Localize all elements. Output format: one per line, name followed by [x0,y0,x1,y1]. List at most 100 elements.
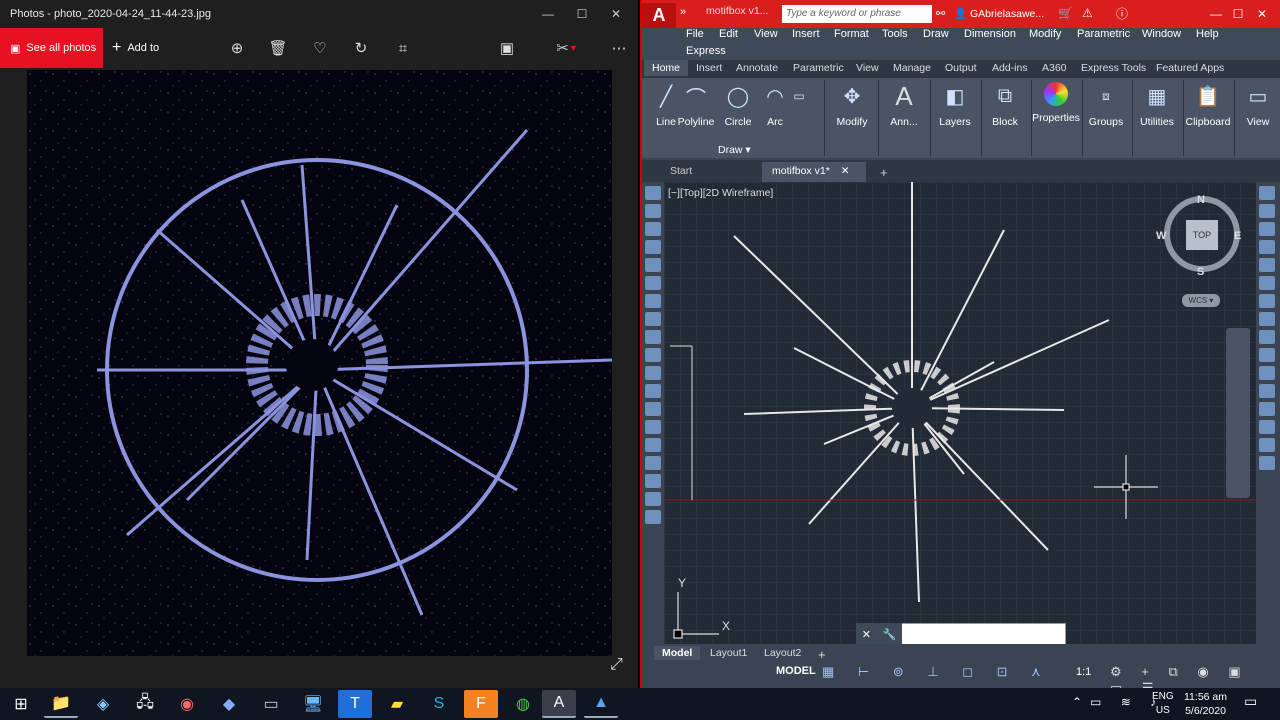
tab-close-icon[interactable]: ✕ [841,165,850,177]
ribbon-tab-express-tools[interactable]: Express Tools [1081,62,1146,74]
photos-app-icon[interactable]: ▲ [584,690,618,718]
windows-icon[interactable]: ⊞ [4,690,38,718]
point-icon[interactable] [645,420,661,434]
viewcube-top[interactable]: TOP [1186,220,1218,250]
more-icon[interactable]: ⋯ [604,28,634,68]
cloud-icon[interactable] [645,312,661,326]
mirror-icon[interactable] [1259,222,1275,236]
table-icon[interactable] [645,492,661,506]
add-layout-icon[interactable]: + [810,646,834,663]
menu-draw[interactable]: Draw [923,28,949,40]
command-line-tools[interactable]: ✕ 🔧 [856,623,902,645]
construction-line-icon[interactable] [645,204,661,218]
ellipse-icon[interactable] [645,348,661,362]
offset-icon[interactable] [1259,240,1275,254]
view-button[interactable]: ▭ View [1234,80,1280,140]
ribbon-tab-view[interactable]: View [856,62,879,74]
sticky-icon[interactable]: ▰ [380,690,414,718]
terminal-icon[interactable]: ▭ [254,690,288,718]
copy-icon[interactable] [1259,204,1275,218]
make-block-icon[interactable] [645,402,661,416]
draw-small-tools[interactable]: ▭ [784,80,814,140]
user-account[interactable]: 👤 GAbrielasawe... [954,7,1044,20]
trim-icon[interactable] [1259,348,1275,362]
region-icon[interactable] [645,474,661,488]
app-icon[interactable]: ◈ [86,690,120,718]
groups-button[interactable]: ⧈ Groups [1082,80,1130,140]
menu-view[interactable]: View [754,28,778,40]
fusion-icon[interactable]: F [464,690,498,718]
arc-tool-icon[interactable] [645,276,661,290]
circle-tool-icon[interactable] [645,294,661,308]
navigation-bar[interactable] [1226,328,1250,498]
heart-icon[interactable]: ♡ [305,28,335,68]
rotate-icon[interactable]: ↻ [346,28,376,68]
tray-icons[interactable]: ⌃▭ ≋ ♪ [1072,695,1164,709]
ribbon-tab-home[interactable]: Home [644,60,689,76]
mtext-icon[interactable] [645,510,661,524]
notification-icon[interactable]: ▭ [1244,693,1257,710]
customize-icon[interactable]: 🔧 [883,628,897,641]
quick-access-icon[interactable]: » [680,6,686,18]
autocad-icon[interactable]: A [542,690,576,718]
menu-format[interactable]: Format [834,28,869,40]
insert-block-icon[interactable] [645,384,661,398]
polygon-icon[interactable] [645,240,661,254]
rectangle-tool-icon[interactable] [645,258,661,272]
close-icon[interactable]: ✕ [594,0,638,28]
new-tab-icon[interactable]: + [870,162,898,182]
layers-button[interactable]: ◧ Layers [931,80,979,140]
tab-motifbox[interactable]: motifbox v1* ✕ [762,162,866,182]
fullscreen-icon[interactable]: ⤢ [610,656,623,674]
break-icon[interactable] [1259,384,1275,398]
menu-modify[interactable]: Modify [1029,28,1061,40]
clock[interactable]: 11:56 am 5/6/2020 [1184,690,1227,718]
drawing-viewport[interactable]: [−][Top][2D Wireframe] Y X TOP N S E W W… [664,182,1256,644]
rotate-tool-icon[interactable] [1259,294,1275,308]
file-explorer-icon[interactable]: 📁 [44,690,78,718]
status-toggles[interactable]: ▦ ⊢ ⊚ ⊥ ◻ ⊡ ⋏ [822,664,1051,680]
explode-icon[interactable] [1259,456,1275,470]
scale-icon[interactable] [1259,312,1275,326]
tab-layout1[interactable]: Layout1 [702,646,755,660]
properties-button[interactable]: Properties [1032,80,1080,140]
language-indicator[interactable]: ENG US [1152,690,1174,718]
menu-window[interactable]: Window [1142,28,1181,40]
slideshow-icon[interactable]: ▣ [492,28,522,68]
menu-tools[interactable]: Tools [882,28,908,40]
tab-model[interactable]: Model [654,646,701,660]
cart-icon[interactable]: 🛒 [1058,6,1073,20]
tab-start[interactable]: Start [660,162,702,182]
model-space-button[interactable]: MODEL [776,665,816,677]
typora-icon[interactable]: T [338,690,372,718]
media-icon[interactable]: ◉ [170,690,204,718]
search-input[interactable]: Type a keyword or phrase [782,5,932,23]
ribbon-tab-addins[interactable]: Add-ins [992,62,1028,74]
ribbon-tab-featured-apps[interactable]: Featured Apps [1156,62,1224,74]
see-all-photos-button[interactable]: ▣ See all photos [0,28,103,68]
menu-help[interactable]: Help [1196,28,1219,40]
tab-layout2[interactable]: Layout2 [756,646,809,660]
join-icon[interactable] [1259,402,1275,416]
block-button[interactable]: ⧉ Block [981,80,1029,140]
zoom-icon[interactable]: ⊕ [222,28,252,68]
menu-dimension[interactable]: Dimension [964,28,1016,40]
ribbon-tab-manage[interactable]: Manage [893,62,931,74]
skype-icon[interactable]: S [422,690,456,718]
close-command-icon[interactable]: ✕ [862,628,871,641]
acad-close-icon[interactable]: ✕ [1240,0,1280,28]
ellipse-arc-icon[interactable] [645,366,661,380]
chrome-icon[interactable]: ◍ [506,690,540,718]
menu-parametric[interactable]: Parametric [1077,28,1130,40]
ribbon-tab-parametric[interactable]: Parametric [793,62,844,74]
vs-icon[interactable]: ◆ [212,690,246,718]
ribbon-tab-insert[interactable]: Insert [696,62,722,74]
menu-file[interactable]: File [686,28,704,40]
line-tool-icon[interactable] [645,186,661,200]
annotation-scale[interactable]: 1:1 [1076,666,1091,678]
crop-icon[interactable]: ⌗ [388,28,418,68]
ribbon-tab-a360[interactable]: A360 [1042,62,1067,74]
move-icon[interactable] [1259,276,1275,290]
utilities-button[interactable]: ▦ Utilities [1133,80,1181,140]
autocad-logo-icon[interactable]: A [642,3,676,28]
